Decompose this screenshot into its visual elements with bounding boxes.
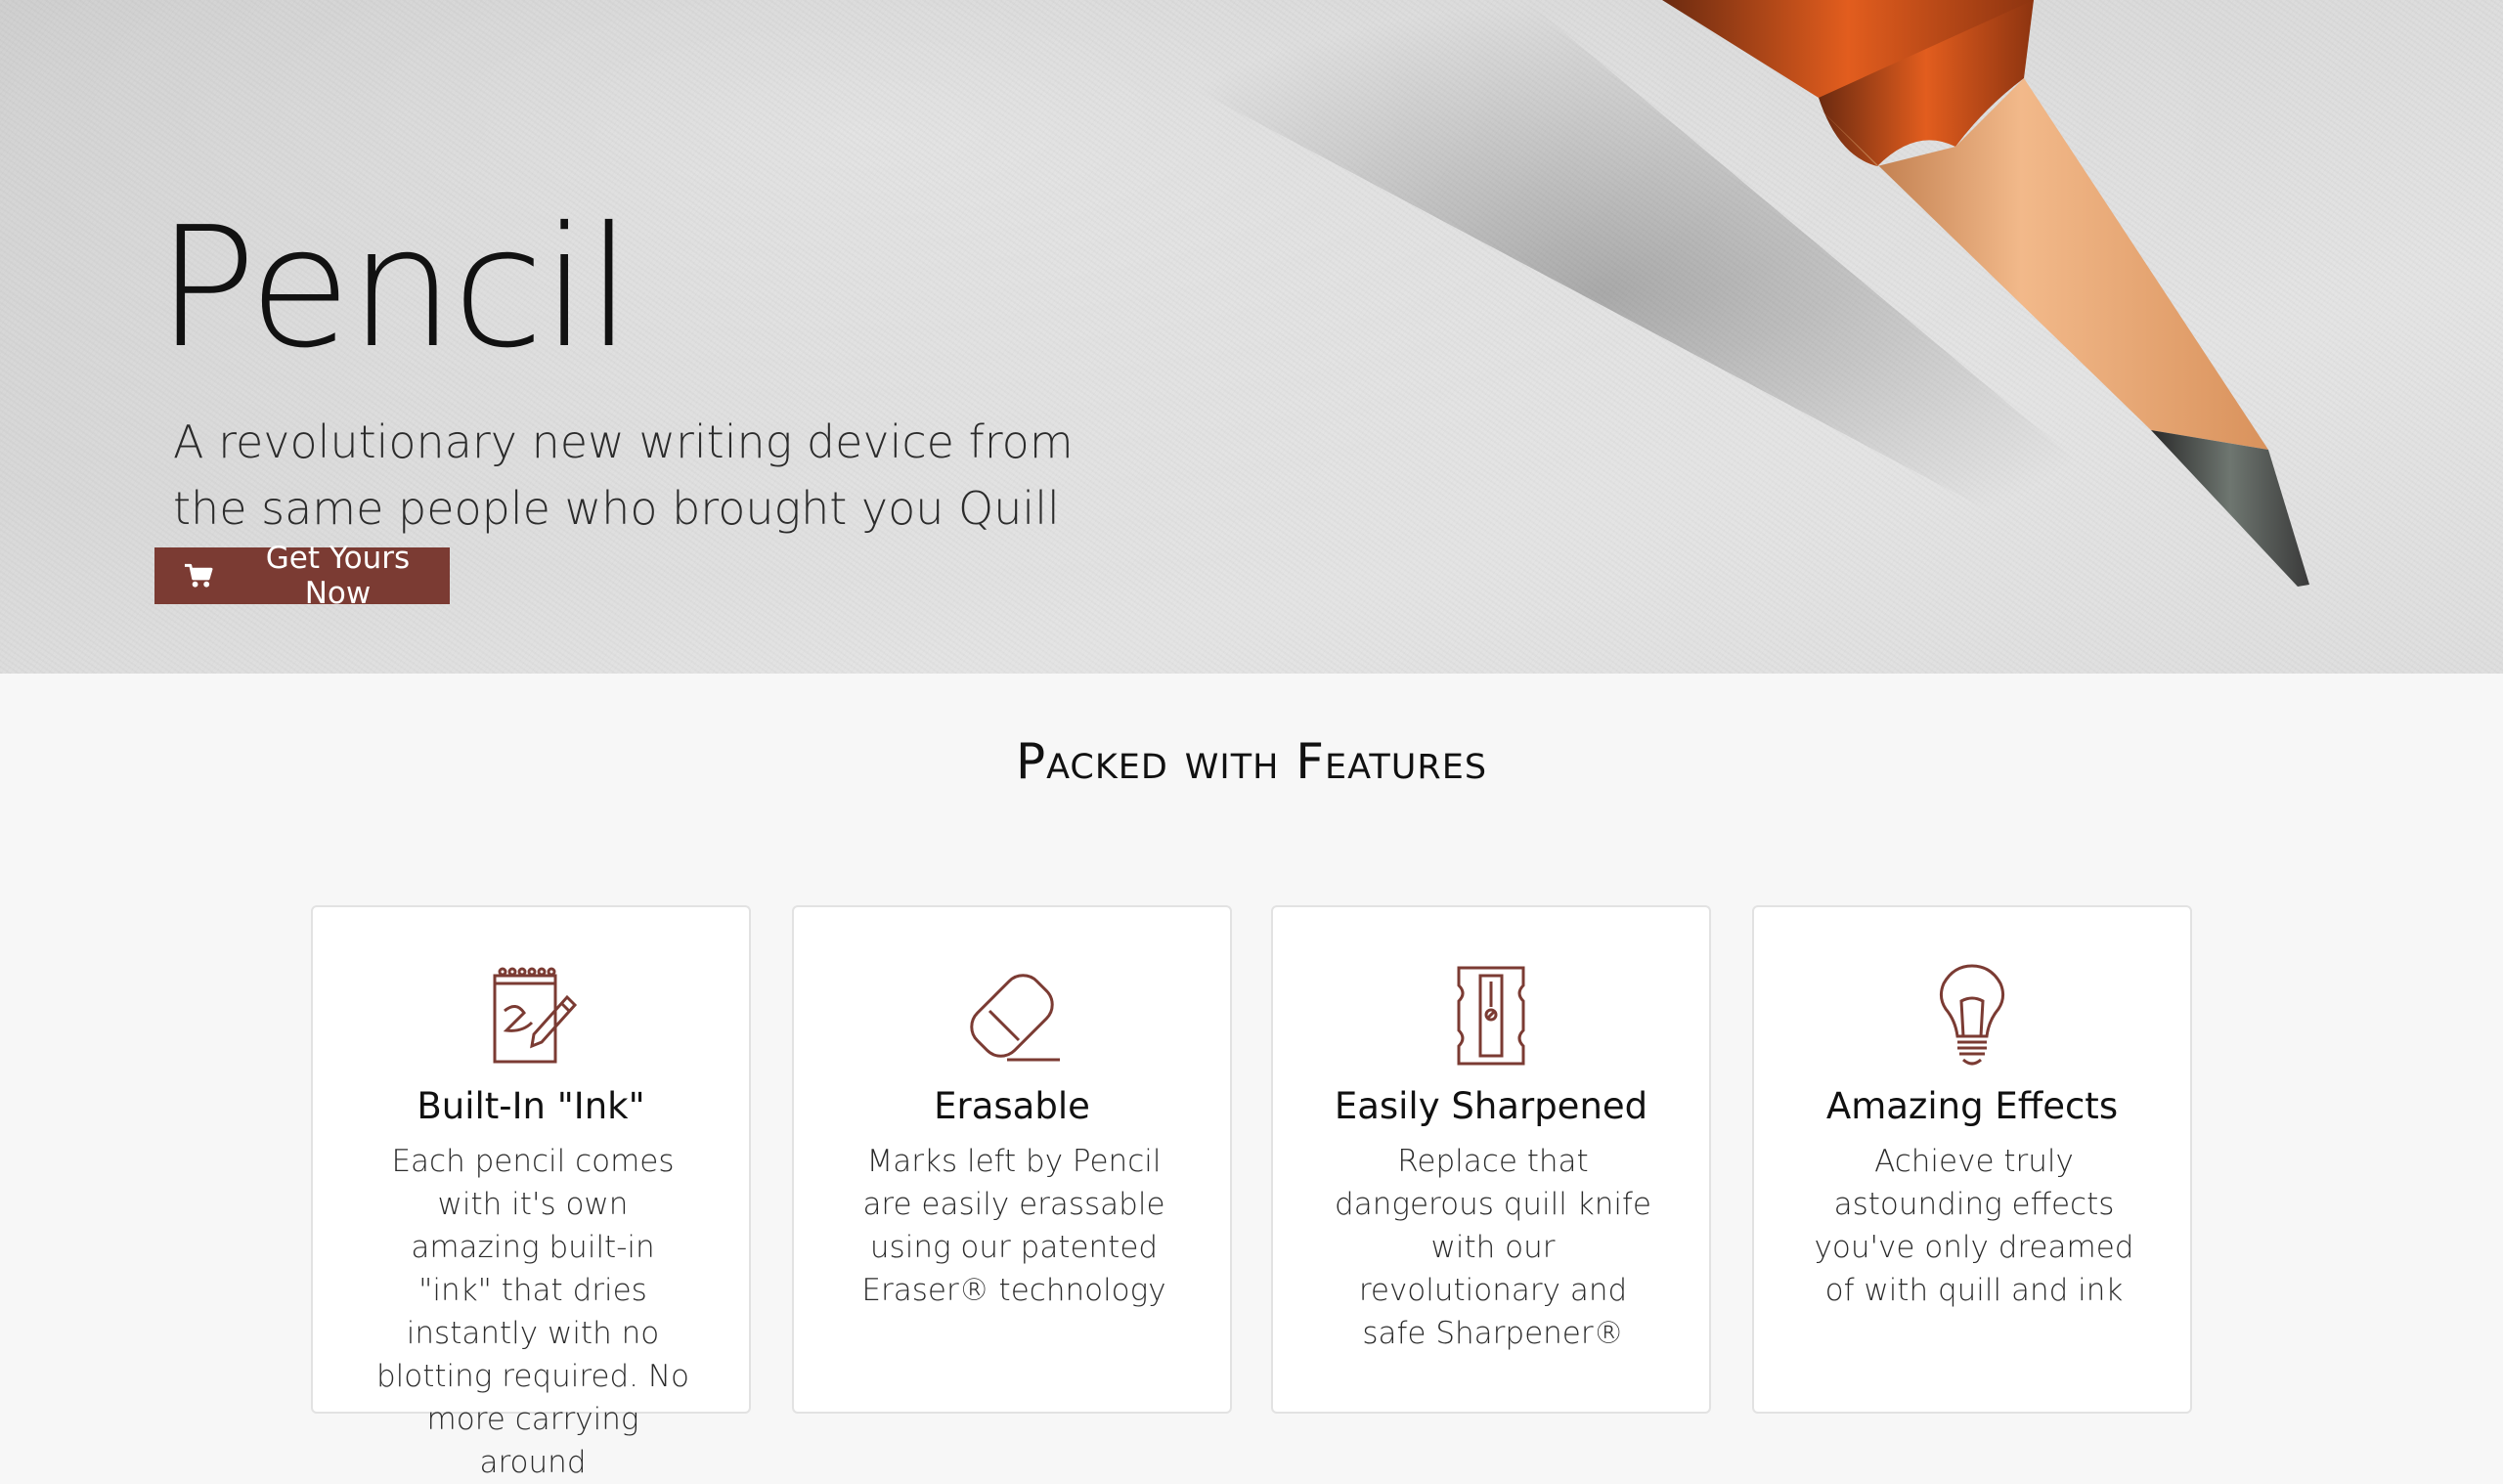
- eraser-icon: [970, 974, 1060, 1062]
- lightbulb-icon: [1939, 964, 2005, 1066]
- card-title: Amazing Effects: [1825, 1085, 2119, 1127]
- notepad-pencil-icon: [493, 967, 578, 1064]
- cart-icon: [184, 563, 213, 588]
- feature-card-built-in-ink: Built-In "Ink" Each pencil comes with it…: [311, 905, 751, 1480]
- get-yours-now-button[interactable]: Get Yours Now: [154, 541, 450, 611]
- cta-label: Get Yours Now: [265, 541, 411, 611]
- card-title: Easily Sharpened: [1334, 1085, 1648, 1127]
- card-text: Achieve truly astounding effects you've …: [1814, 1144, 2134, 1308]
- card-title: Built-In "Ink": [417, 1085, 645, 1127]
- card-text: Replace that dangerous quill knife with …: [1335, 1144, 1651, 1351]
- feature-card-erasable: Erasable Marks left by Pencil are easily…: [792, 905, 1232, 1414]
- hero-title: Pencil: [156, 192, 633, 385]
- sharpener-icon: [1457, 966, 1525, 1066]
- card-title: Erasable: [934, 1085, 1090, 1127]
- hero-banner: Pencil A revolutionary new writing devic…: [0, 0, 2503, 674]
- card-text: Marks left by Pencil are easily erassabl…: [861, 1144, 1166, 1308]
- feature-card-easily-sharpened: Easily Sharpened Replace that dangerous …: [1271, 905, 1711, 1414]
- card-text: Each pencil comes with it's own amazing …: [375, 1144, 690, 1480]
- features-heading: Packed with Features: [1015, 733, 1488, 790]
- feature-card-amazing-effects: Amazing Effects Achieve truly astounding…: [1752, 905, 2192, 1414]
